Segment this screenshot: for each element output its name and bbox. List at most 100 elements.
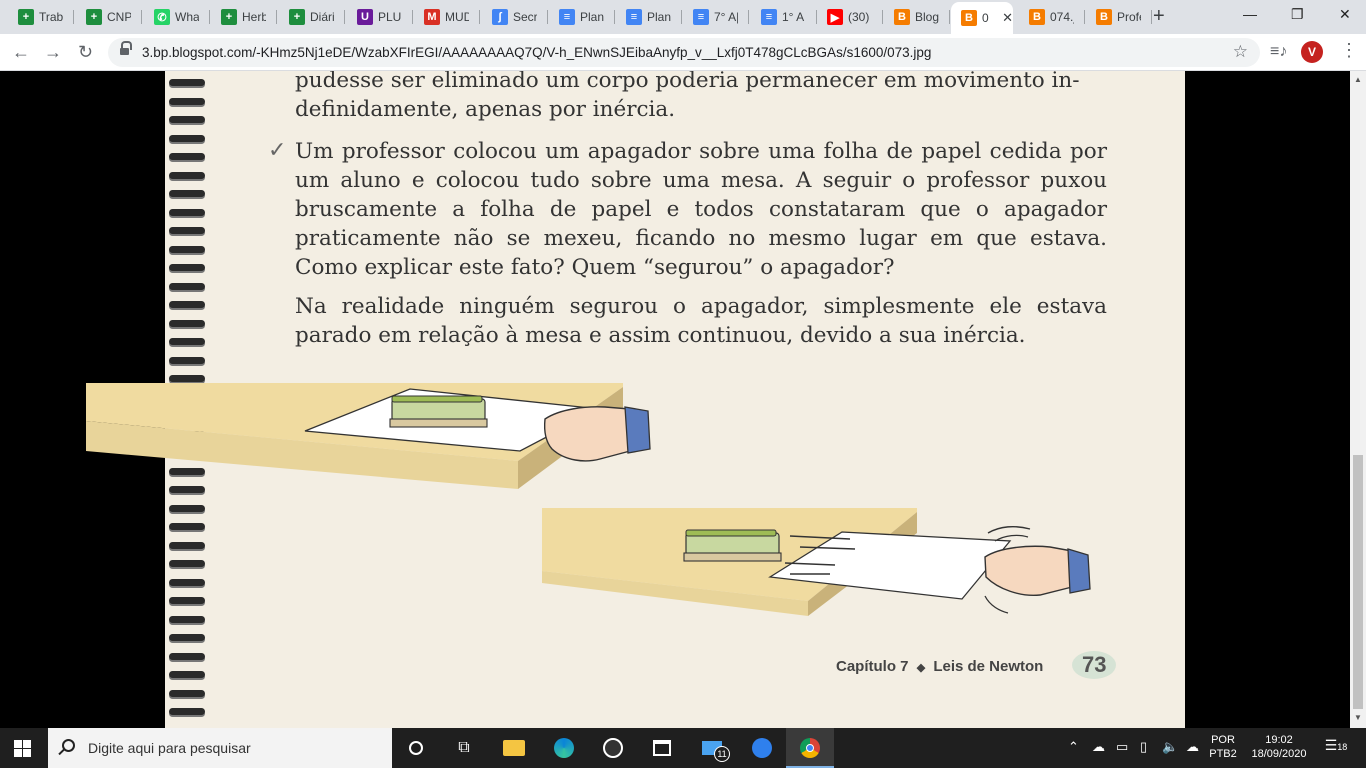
tab-title: MUD [445,10,469,24]
inertia-illustration [86,383,1091,616]
tab-separator [412,10,413,24]
obs-icon[interactable] [601,736,625,760]
search-icon [62,739,75,752]
notification-center-icon[interactable]: ☰18 [1322,738,1350,754]
tab-title: (30) [848,10,870,24]
onedrive-icon[interactable]: ☁ [1186,740,1199,754]
page-number: 73 [1082,652,1107,677]
tab-1[interactable]: + CNP [76,4,142,30]
lock-icon[interactable] [120,41,132,57]
tab-separator [73,10,74,24]
teamviewer-icon[interactable] [750,736,774,760]
tab-7[interactable]: ʃ Secre [482,4,548,30]
restore-button[interactable]: ❐ [1291,6,1304,23]
search-placeholder: Digite aqui para pesquisar [88,740,251,756]
script-icon: ʃ [492,9,508,25]
tab-separator [882,10,883,24]
tab-10[interactable]: ≡ 7° A| [683,4,749,30]
tab-6[interactable]: M MUD [414,4,480,30]
tab-11[interactable]: ≡ 1° A [751,4,817,30]
tab-13[interactable]: B Blog [884,4,950,30]
tab-separator [681,10,682,24]
tab-8[interactable]: ≡ Planc [549,4,615,30]
tab-title: Profe [1117,10,1141,24]
tab-separator [614,10,615,24]
mail-badge: 11 [714,746,730,762]
forward-arrow-icon[interactable]: → [44,42,62,62]
blogger-icon: B [1096,9,1112,25]
vertical-scrollbar[interactable]: ▲ ▼ [1350,71,1366,728]
page-footer: Capítulo 7 ◆ Leis de Newton [836,658,1043,675]
volume-icon[interactable]: 🔈 [1162,740,1178,754]
clock-date: 18/09/2020 [1251,748,1307,760]
browser-toolbar: ← → ↻ 3.bp.blogspot.com/-KHmz5Nj1eDE/Wza… [0,34,1366,71]
plus-icon: + [86,9,102,25]
clock-time: 19:02 [1265,734,1293,746]
tab-3[interactable]: + Herb [211,4,277,30]
tab-title: Traba [39,10,63,24]
url-text[interactable]: 3.bp.blogspot.com/-KHmz5Nj1eDE/WzabXFIrE… [142,45,931,60]
tab-14[interactable]: B 0 ✕ [951,2,1013,34]
bookmark-star-icon[interactable]: ☆ [1233,42,1248,62]
tab-16[interactable]: B Profe [1086,4,1152,30]
mail-icon[interactable]: 11 [700,736,730,762]
edge-icon[interactable] [552,736,576,760]
tab-title: 7° A| [714,10,738,24]
cortana-icon[interactable] [404,736,428,760]
footer-title: Leis de Newton [933,658,1044,675]
scroll-down-arrow-icon[interactable]: ▼ [1354,713,1362,722]
tray-chevron-icon[interactable]: ⌃ [1068,740,1079,754]
footer-chapter: Capítulo 7 [836,658,909,675]
back-arrow-icon[interactable]: ← [12,42,30,62]
menu-dots-icon[interactable]: ⋮ [1340,40,1358,60]
task-view-icon[interactable]: ⧉ [452,736,476,760]
address-bar[interactable]: 3.bp.blogspot.com/-KHmz5Nj1eDE/WzabXFIrE… [108,38,1260,67]
tab-0[interactable]: + Traba [8,4,74,30]
docs-icon: ≡ [761,9,777,25]
footer-separator: ◆ [916,662,926,674]
docs-icon: ≡ [693,9,709,25]
tab-title: Diári [310,10,334,24]
taskbar-search-box[interactable]: Digite aqui para pesquisar [48,728,392,768]
battery-icon[interactable]: ▯ [1140,740,1147,754]
tab-title: Planc [580,10,604,24]
tab-separator [276,10,277,24]
store-icon[interactable] [650,736,674,760]
gmail-icon: M [424,9,440,25]
blogger-icon: B [961,10,977,26]
profile-avatar[interactable]: V [1301,41,1323,63]
tab-title: What [175,10,199,24]
blogger-icon: B [894,9,910,25]
close-window-button[interactable]: ✕ [1339,6,1351,23]
media-control-icon[interactable]: ≡♪ [1270,43,1287,61]
scroll-up-arrow-icon[interactable]: ▲ [1354,75,1362,84]
tab-2[interactable]: ✆ What [144,4,210,30]
file-explorer-icon[interactable] [502,736,526,760]
tab-12[interactable]: ▶ (30) [817,4,883,30]
tab-separator [479,10,480,24]
scroll-thumb[interactable] [1353,455,1363,709]
windows-taskbar: Digite aqui para pesquisar ⧉ 11 ⌃ ☁ ▭ ▯ … [0,728,1366,768]
tab-title: Planc [647,10,671,24]
language-indicator[interactable]: POR PTB2 [1208,733,1238,761]
tab-5[interactable]: U PLUR [347,4,413,30]
tab-15[interactable]: B 074.j [1019,4,1085,30]
notification-count: 18 [1337,742,1348,752]
new-tab-button[interactable]: + [1153,6,1165,26]
tab-9[interactable]: ≡ Planc [616,4,682,30]
clock[interactable]: 19:02 18/09/2020 [1246,733,1312,761]
tab-separator [547,10,548,24]
chrome-taskbar-button[interactable] [786,728,834,768]
u-icon: U [357,9,373,25]
windows-start-icon[interactable] [14,740,31,757]
minimize-button[interactable]: — [1243,6,1257,22]
tab-separator [748,10,749,24]
warning-icon[interactable]: ☁ [1092,740,1105,754]
tab-title: 074.j [1050,10,1074,24]
tab-4[interactable]: + Diári [279,4,345,30]
tab-separator [949,10,950,24]
tab-close-icon[interactable]: ✕ [1002,10,1013,26]
reload-icon[interactable]: ↻ [78,42,93,62]
network-icon[interactable]: ▭ [1116,740,1128,754]
tab-title: CNP [107,10,131,24]
